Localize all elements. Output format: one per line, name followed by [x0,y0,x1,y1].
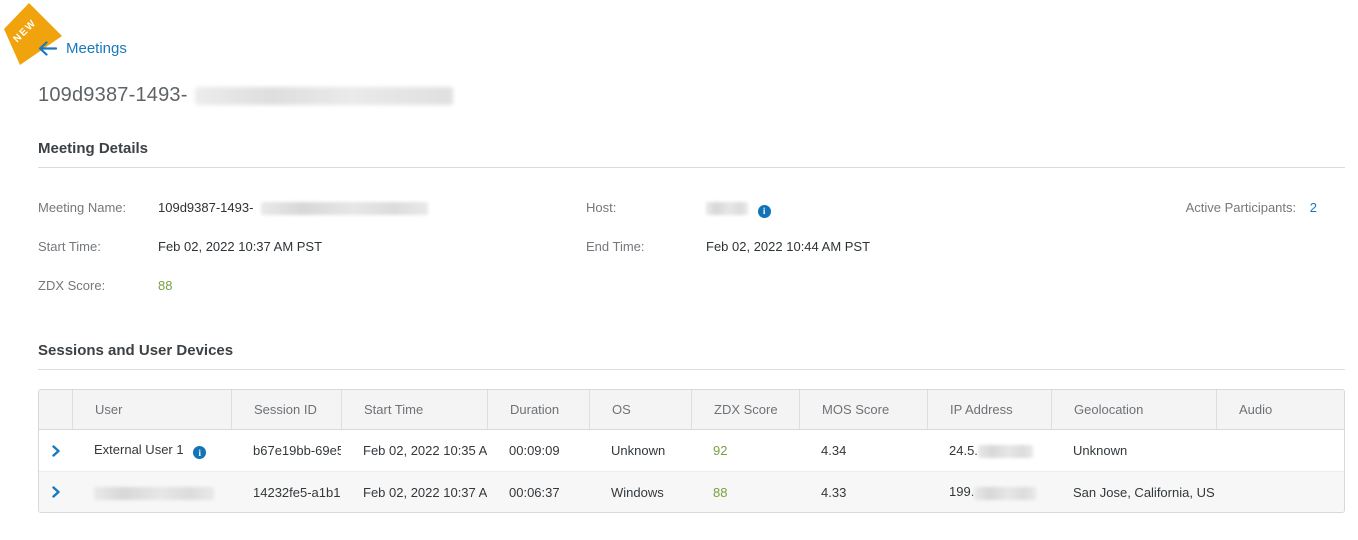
os-cell: Windows [589,471,691,512]
zdx-score-value: 88 [158,278,173,293]
ip-address-redacted [974,486,1037,500]
end-time-value: Feb 02, 2022 10:44 AM PST [706,239,871,254]
meeting-details-heading: Meeting Details [38,140,149,157]
ip-address-visible: 199. [949,484,975,500]
page-title-redacted [194,86,453,105]
meeting-detail-page: NEW Meetings 109d9387-1493- Meeting Deta… [0,0,1358,540]
expand-cell [39,430,72,471]
new-ribbon: NEW [4,3,62,65]
meeting-details-divider [38,167,1345,168]
audio-cell [1216,471,1344,512]
start-time-cell: Feb 02, 2022 10:35 AM [363,443,487,458]
column-header-geolocation: Geolocation [1051,390,1216,430]
zdx-score-cell: 88 [691,471,799,512]
sessions-heading: Sessions and User Devices [38,342,234,359]
host-value: i [706,200,771,218]
active-participants-label: Active Participants: [1185,200,1297,215]
back-arrow-icon[interactable] [38,41,57,56]
start-time-cell: Feb 02, 2022 10:37 AM [341,471,487,512]
column-header-os: OS [589,390,691,430]
host-redacted [706,202,748,216]
duration-cell: 00:06:37 [487,471,589,512]
details-row-3: ZDX Score: 88 [38,271,1345,310]
user-cell [72,471,231,512]
user-name-redacted [94,486,214,500]
ip-address-redacted [977,445,1033,459]
ip-address-cell: 199. [927,471,1051,512]
mos-score-cell: 4.34 [821,443,847,458]
table-row: 14232fe5-a1b1- Feb 02, 2022 10:37 AM 00:… [39,471,1344,512]
expand-cell [39,471,72,512]
session-id-cell: b67e19bb-69e5 [253,443,341,458]
host-info-icon[interactable]: i [757,204,771,218]
breadcrumb: Meetings [38,40,127,57]
start-time-label: Start Time: [38,239,101,254]
expand-chevron-icon[interactable] [46,482,66,502]
column-header-session-id: Session ID [231,390,341,430]
active-participants: Active Participants: 2 [1186,200,1317,215]
active-participants-value[interactable]: 2 [1310,200,1317,215]
column-header-start-time: Start Time [341,390,487,430]
meeting-name-redacted [261,202,429,216]
os-cell: Unknown [611,443,666,458]
meeting-name-value-text: 109d9387-1493- [158,200,254,215]
user-info-icon[interactable]: i [193,446,207,460]
page-title-text: 109d9387-1493- [38,84,188,106]
details-row-1: Meeting Name: 109d9387-1493- Host: i Act… [38,193,1345,232]
details-row-2: Start Time: Feb 02, 2022 10:37 AM PST En… [38,232,1345,271]
sessions-divider [38,369,1345,370]
user-cell: External User 1 i [72,430,231,471]
ip-address-cell: 24.5. [927,430,1051,471]
meeting-name-label: Meeting Name: [38,200,127,215]
column-header-ip-address: IP Address [927,390,1051,430]
meeting-details-grid: Meeting Name: 109d9387-1493- Host: i Act… [38,193,1345,310]
column-header-expand [39,390,72,430]
page-title: 109d9387-1493- [38,84,453,107]
column-header-zdx-score: ZDX Score [691,390,799,430]
end-time-label: End Time: [586,239,645,254]
session-id-cell: 14232fe5-a1b1- [231,471,341,512]
user-name: External User 1 [94,441,184,457]
column-header-audio: Audio [1216,390,1344,430]
geolocation-cell: Unknown [1073,443,1128,458]
expand-chevron-icon[interactable] [46,441,66,461]
zdx-score-label: ZDX Score: [38,278,106,293]
audio-cell [1216,430,1344,471]
sessions-table: User Session ID Start Time Duration OS Z… [38,389,1345,513]
column-header-duration: Duration [487,390,589,430]
zdx-score-cell: 92 [713,443,728,458]
table-row: External User 1 i b67e19bb-69e5 Feb 02, … [39,430,1344,471]
geolocation-cell: San Jose, California, US [1051,471,1216,512]
column-header-mos-score: MOS Score [799,390,927,430]
column-header-user: User [72,390,231,430]
host-label: Host: [586,200,617,215]
mos-score-cell: 4.33 [799,471,927,512]
ip-address-visible: 24.5. [949,442,978,458]
duration-cell: 00:09:09 [509,443,560,458]
start-time-value: Feb 02, 2022 10:37 AM PST [158,239,323,254]
meeting-name-value: 109d9387-1493- [158,200,429,216]
meetings-back-link[interactable]: Meetings [66,40,127,57]
table-header-row: User Session ID Start Time Duration OS Z… [39,390,1344,430]
